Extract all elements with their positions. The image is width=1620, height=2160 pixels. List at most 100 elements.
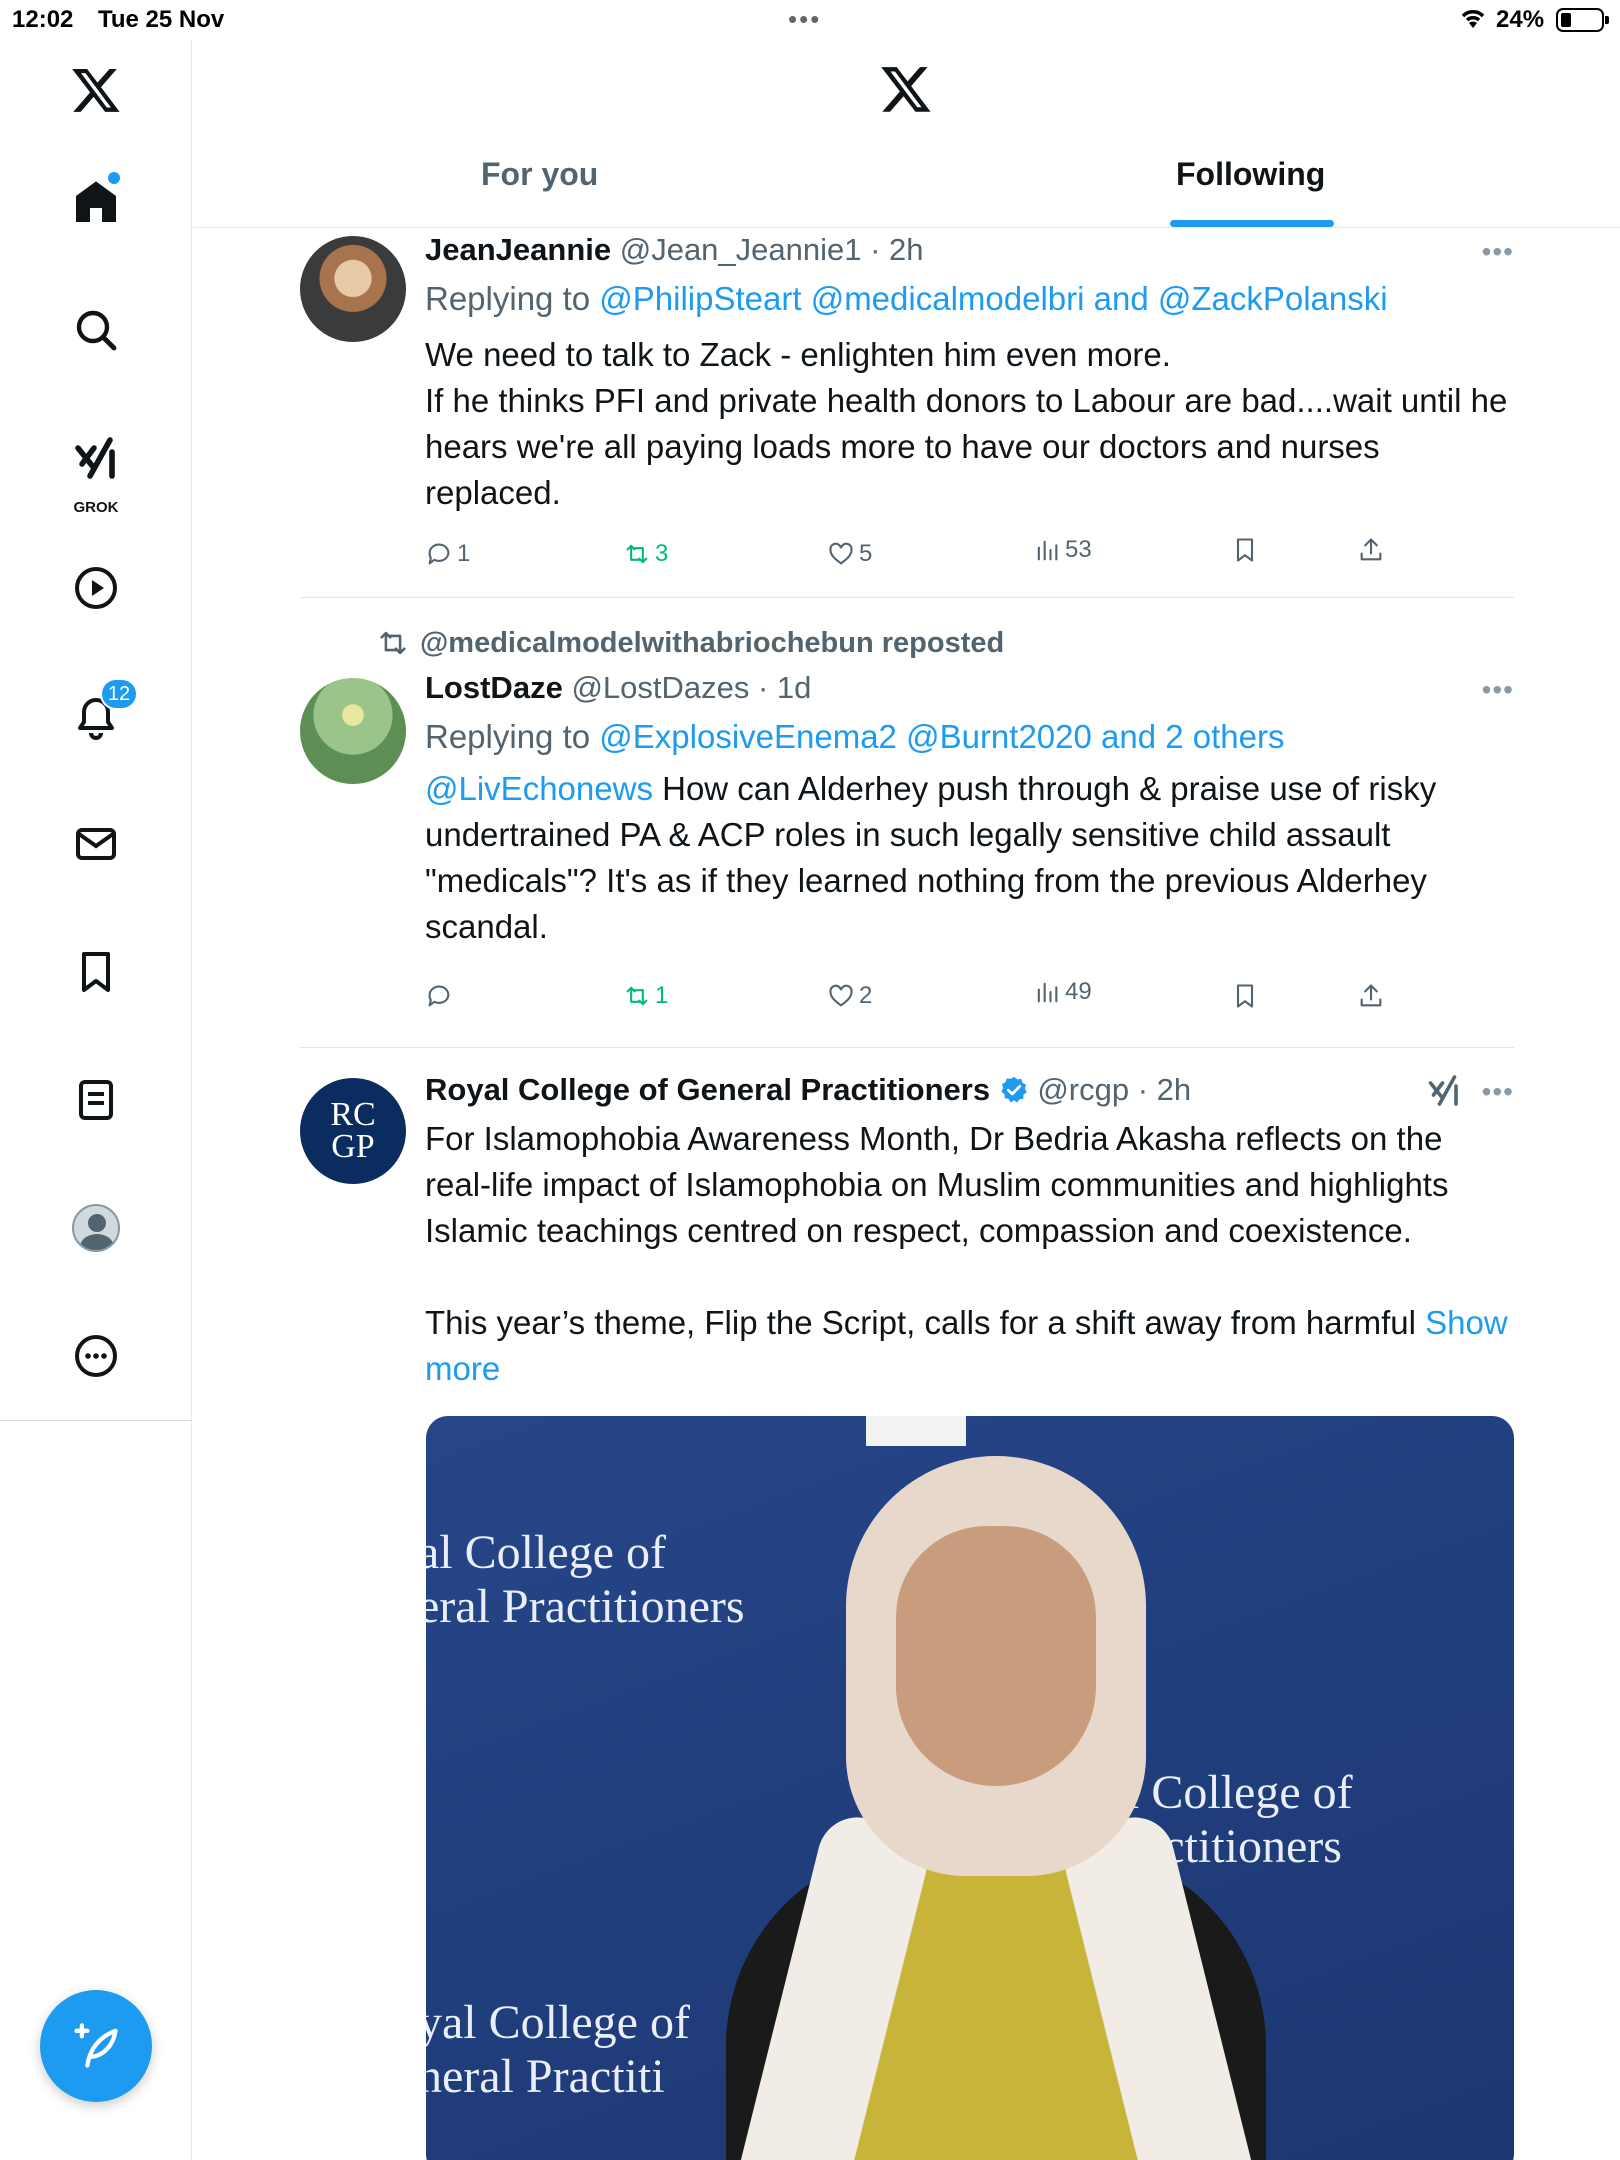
bookmark-icon bbox=[82, 952, 110, 992]
replying-to: Replying to @ExplosiveEnema2 @Burnt2020 … bbox=[425, 718, 1514, 756]
view-count: 49 bbox=[1065, 978, 1092, 1005]
display-name[interactable]: LostDaze bbox=[425, 670, 563, 705]
repost-count: 1 bbox=[655, 982, 669, 1009]
tweet-divider bbox=[300, 597, 1514, 598]
grok-label: GROK bbox=[73, 499, 119, 516]
user-handle[interactable]: @LostDazes bbox=[571, 670, 749, 705]
views-icon bbox=[1037, 982, 1058, 1003]
grok-icon bbox=[75, 437, 115, 479]
tab-for-you[interactable]: For you bbox=[481, 156, 598, 193]
more-icon bbox=[75, 1335, 117, 1377]
status-bar: 12:02 Tue 25 Nov ••• 24% bbox=[0, 0, 1620, 40]
replying-to: Replying to @PhilipSteart @medicalmodelb… bbox=[425, 280, 1514, 318]
tweet-lostdaze[interactable]: @medicalmodelwithabriochebun reposted Lo… bbox=[300, 626, 1514, 1036]
more-options-icon[interactable]: ••• bbox=[1482, 674, 1514, 706]
notifications-badge: 12 bbox=[100, 678, 138, 710]
tweet-text: @LivEchonews How can Alderhey push throu… bbox=[425, 766, 1514, 950]
tweet-jeanjeannie[interactable]: JeanJeannie @Jean_Jeannie1 · 2h ••• Repl… bbox=[300, 232, 1514, 592]
share-icon bbox=[1360, 984, 1382, 1007]
user-handle[interactable]: @rcgp bbox=[1037, 1072, 1129, 1107]
media-backdrop-text: al College of eral Practitioners bbox=[426, 1526, 745, 1633]
reply-button[interactable]: 1 bbox=[425, 540, 470, 568]
reply-button[interactable] bbox=[425, 982, 457, 1010]
repost-context[interactable]: @medicalmodelwithabriochebun reposted bbox=[376, 626, 1004, 660]
sidebar-item-explore[interactable] bbox=[56, 290, 136, 370]
tab-following[interactable]: Following bbox=[1176, 156, 1325, 193]
media-sign bbox=[866, 1416, 966, 1446]
view-count: 53 bbox=[1065, 536, 1092, 563]
like-icon bbox=[829, 542, 853, 565]
mention-link[interactable]: @LivEchonews bbox=[425, 770, 653, 807]
search-icon bbox=[76, 310, 117, 351]
more-options-icon[interactable]: ••• bbox=[1482, 236, 1514, 268]
sidebar-item-profile[interactable] bbox=[56, 1188, 136, 1268]
tweet-text: We need to talk to Zack - enlighten him … bbox=[425, 336, 1508, 511]
more-options-icon[interactable]: ••• bbox=[1482, 1076, 1514, 1108]
multitask-dots-icon[interactable]: ••• bbox=[788, 4, 821, 35]
sidebar-x-logo[interactable] bbox=[56, 50, 136, 130]
bookmark-icon bbox=[1236, 538, 1254, 562]
sidebar-item-bookmarks[interactable] bbox=[56, 932, 136, 1012]
reply-count: 1 bbox=[457, 540, 471, 567]
tweet-actions: 1 3 5 53 bbox=[425, 536, 1425, 580]
tweet-time[interactable]: · 2h bbox=[1138, 1072, 1191, 1107]
share-button[interactable] bbox=[1357, 536, 1385, 564]
avatar[interactable]: RC GP bbox=[300, 1078, 406, 1184]
avatar-logo-text: RC GP bbox=[330, 1096, 376, 1165]
sidebar-item-lists[interactable] bbox=[56, 1060, 136, 1140]
mail-icon bbox=[76, 828, 116, 860]
display-name[interactable]: JeanJeannie bbox=[425, 232, 611, 267]
views-icon bbox=[1037, 540, 1058, 561]
repost-button[interactable]: 3 bbox=[623, 540, 668, 568]
sidebar-nav: GROK 12 bbox=[0, 40, 192, 1420]
video-play-icon bbox=[75, 567, 117, 609]
x-logo-icon[interactable] bbox=[879, 62, 933, 116]
battery-icon bbox=[1556, 8, 1609, 32]
views-button[interactable]: 53 bbox=[1033, 536, 1092, 564]
repost-icon bbox=[626, 986, 648, 1006]
replying-prefix: Replying to bbox=[425, 718, 600, 755]
tweet-time[interactable]: · 1d bbox=[758, 670, 811, 705]
grok-explain-icon[interactable] bbox=[1426, 1074, 1462, 1110]
repost-count: 3 bbox=[655, 540, 669, 567]
compose-icon bbox=[74, 2023, 118, 2068]
user-handle[interactable]: @Jean_Jeannie1 bbox=[620, 232, 862, 267]
avatar[interactable] bbox=[300, 678, 406, 784]
bookmark-button[interactable] bbox=[1231, 536, 1259, 564]
display-name[interactable]: Royal College of General Practitioners bbox=[425, 1072, 990, 1107]
status-time: 12:02 bbox=[12, 6, 74, 33]
sidebar-item-messages[interactable] bbox=[56, 804, 136, 884]
reply-icon bbox=[428, 543, 450, 565]
repost-icon bbox=[626, 544, 648, 564]
tweet-media-image[interactable]: al College of eral Practitioners l Colleg… bbox=[426, 1416, 1514, 2160]
share-icon bbox=[1360, 538, 1382, 561]
sidebar-item-home[interactable] bbox=[56, 162, 136, 242]
battery-percent: 24% bbox=[1496, 6, 1545, 33]
sidebar-item-more[interactable] bbox=[56, 1316, 136, 1396]
avatar[interactable] bbox=[300, 236, 406, 342]
like-count: 2 bbox=[859, 982, 873, 1009]
sidebar-item-video[interactable] bbox=[56, 548, 136, 628]
wifi-icon bbox=[1461, 10, 1485, 28]
like-button[interactable]: 5 bbox=[827, 540, 872, 568]
compose-button[interactable] bbox=[40, 1990, 152, 2102]
sidebar-item-notifications[interactable]: 12 bbox=[56, 676, 138, 756]
tweet-actions: 1 2 49 bbox=[425, 978, 1425, 1022]
tweet-header: Royal College of General Practitioners @… bbox=[425, 1072, 1514, 1112]
replying-to-handles[interactable]: @ExplosiveEnema2 @Burnt2020 and 2 others bbox=[599, 718, 1284, 755]
reposted-by: @medicalmodelwithabriochebun reposted bbox=[420, 626, 1005, 659]
bookmark-button[interactable] bbox=[1231, 982, 1259, 1010]
active-tab-indicator bbox=[1170, 220, 1334, 227]
like-count: 5 bbox=[859, 540, 873, 567]
repost-button[interactable]: 1 bbox=[623, 982, 668, 1010]
lists-icon bbox=[79, 1080, 113, 1120]
tweet-header: JeanJeannie @Jean_Jeannie1 · 2h ••• bbox=[425, 232, 1514, 272]
share-button[interactable] bbox=[1357, 982, 1385, 1010]
tweet-time[interactable]: · 2h bbox=[870, 232, 923, 267]
x-logo-icon bbox=[72, 68, 120, 112]
sidebar-item-grok[interactable]: GROK bbox=[56, 420, 136, 520]
tweet-header: LostDaze @LostDazes · 1d ••• bbox=[425, 670, 1514, 710]
views-button[interactable]: 49 bbox=[1033, 978, 1092, 1006]
replying-to-handles[interactable]: @PhilipSteart @medicalmodelbri and @Zack… bbox=[599, 280, 1387, 317]
like-button[interactable]: 2 bbox=[827, 982, 872, 1010]
